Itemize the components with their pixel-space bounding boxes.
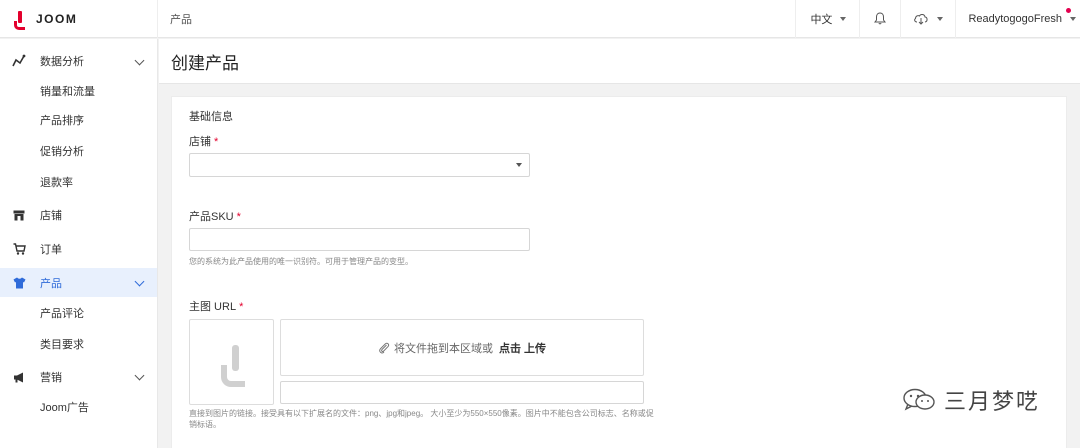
- sidebar-item-marketing[interactable]: 营销: [0, 359, 157, 395]
- sidebar: 数据分析 销量和流量 产品排序 促销分析 退款率 店铺 订单 产品 产品评论 类…: [0, 39, 158, 448]
- sidebar-subitem-category-requirements[interactable]: 类目要求: [0, 328, 157, 359]
- sidebar-item-label: 订单: [40, 244, 62, 256]
- page-header: 创建产品: [159, 39, 1080, 84]
- required-mark: *: [239, 301, 244, 313]
- chevron-down-icon: [840, 16, 847, 21]
- megaphone-icon: [12, 370, 26, 384]
- sidebar-item-store[interactable]: 店铺: [0, 197, 157, 233]
- sidebar-subitem-product-ranking[interactable]: 产品排序: [0, 104, 157, 135]
- shirt-icon: [12, 276, 26, 290]
- language-selector[interactable]: 中文: [795, 0, 859, 38]
- sidebar-item-label: 产品: [40, 277, 62, 290]
- store-label: 店铺 *: [189, 133, 218, 149]
- image-hint: 直接到图片的链接。接受具有以下扩展名的文件：png、jpg和jpeg。 大小至少…: [189, 409, 654, 429]
- sidebar-subitem-joom-ads[interactable]: Joom广告: [0, 395, 157, 419]
- watermark-text: 三月梦呓: [944, 389, 1041, 414]
- cart-icon: [12, 242, 26, 256]
- sku-label-text: 产品SKU: [189, 211, 234, 223]
- sidebar-subitem-refund-rate[interactable]: 退款率: [0, 166, 157, 197]
- sidebar-item-label: 店铺: [40, 210, 62, 222]
- dropdown-arrow-icon: [516, 163, 522, 167]
- language-label: 中文: [810, 13, 833, 26]
- sidebar-item-products[interactable]: 产品: [0, 268, 157, 297]
- chevron-down-icon: [1070, 16, 1076, 21]
- main-image-label-text: 主图 URL: [189, 301, 237, 313]
- sidebar-subitem-product-reviews[interactable]: 产品评论: [0, 297, 157, 328]
- notifications-button[interactable]: [859, 0, 900, 38]
- sidebar-subitem-sales-traffic[interactable]: 销量和流量: [0, 77, 157, 104]
- sidebar-item-orders[interactable]: 订单: [0, 233, 157, 265]
- download-menu[interactable]: [900, 0, 955, 38]
- sidebar-item-label: 数据分析: [40, 56, 84, 68]
- wechat-icon: [903, 388, 935, 411]
- sidebar-item-analytics[interactable]: 数据分析: [0, 45, 157, 77]
- chevron-down-icon: [134, 55, 145, 66]
- notification-dot: [1066, 7, 1071, 13]
- required-mark: *: [214, 136, 219, 148]
- cloud-download-icon: [914, 13, 928, 25]
- upload-link[interactable]: 点击 上传: [499, 340, 546, 356]
- dropzone-text: 将文件拖到本区域或: [393, 342, 493, 355]
- chevron-down-icon: [134, 370, 145, 381]
- brand-logo[interactable]: JOOM: [0, 0, 158, 38]
- image-placeholder-icon: [221, 345, 245, 387]
- store-icon: [12, 208, 26, 222]
- upload-dropzone[interactable]: 将文件拖到本区域或 点击 上传: [280, 319, 644, 376]
- analytics-icon: [12, 54, 26, 68]
- store-select[interactable]: [189, 153, 530, 177]
- store-label-text: 店铺: [189, 136, 211, 148]
- image-preview: [189, 319, 274, 405]
- sku-label: 产品SKU *: [189, 208, 241, 224]
- chevron-down-icon: [134, 276, 145, 287]
- bell-icon: [874, 12, 887, 25]
- sidebar-subitem-promotion-analysis[interactable]: 促销分析: [0, 135, 157, 166]
- user-menu[interactable]: ReadytogogoFresh: [955, 0, 1080, 38]
- required-mark: *: [236, 211, 241, 223]
- breadcrumb: 产品: [170, 13, 192, 26]
- chevron-down-icon: [937, 16, 944, 21]
- username: ReadytogogoFresh: [968, 12, 1062, 25]
- page-title: 创建产品: [171, 53, 239, 73]
- joom-logo-icon: [14, 9, 25, 30]
- sku-input[interactable]: [189, 228, 530, 251]
- sku-hint: 您的系统为此产品使用的唯一识别符。可用于管理产品的变型。: [189, 257, 413, 266]
- brand-name: JOOM: [36, 11, 78, 26]
- main-image-label: 主图 URL *: [189, 298, 243, 314]
- watermark: 三月梦呓: [902, 384, 1040, 416]
- paperclip-icon: [379, 342, 390, 353]
- top-bar: JOOM 产品 中文 ReadytogogoFresh: [0, 0, 1080, 38]
- main-image-url-input[interactable]: [280, 381, 644, 404]
- section-title: 基础信息: [189, 111, 233, 123]
- sidebar-item-label: 营销: [40, 372, 62, 384]
